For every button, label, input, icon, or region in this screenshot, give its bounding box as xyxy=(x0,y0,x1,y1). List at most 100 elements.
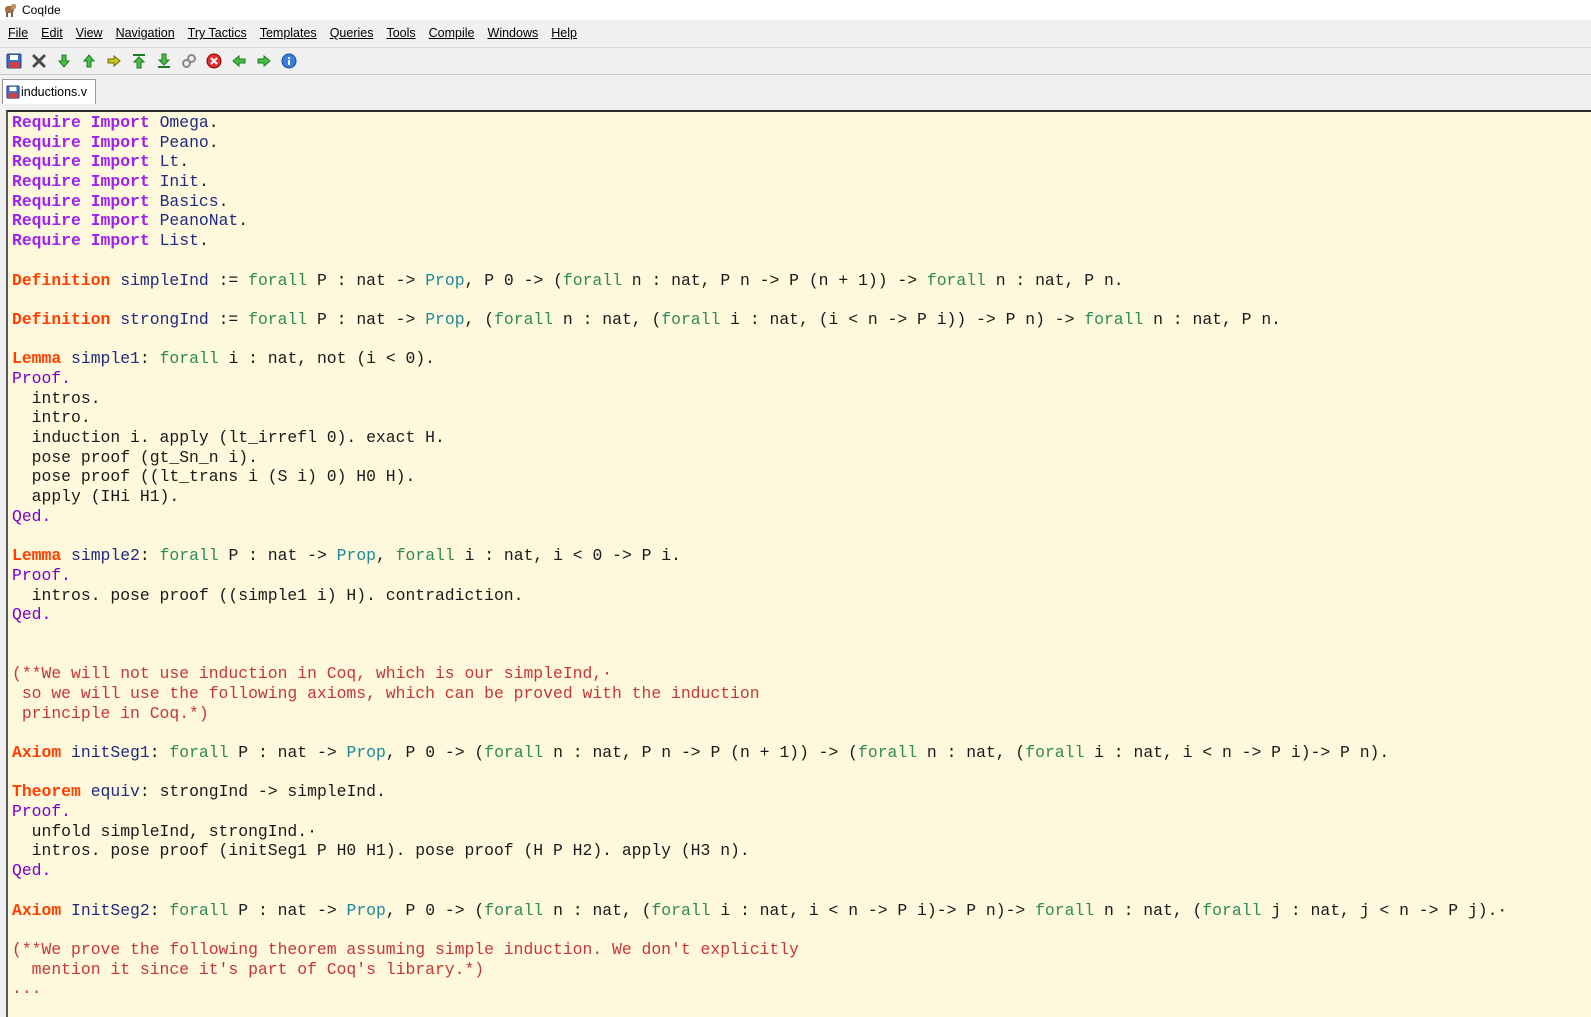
code-line: intros. xyxy=(12,389,1591,409)
code-token: . xyxy=(198,231,209,251)
code-token: simple1 xyxy=(71,349,140,369)
menu-navigation[interactable]: Navigation xyxy=(111,26,180,40)
forward-one-button[interactable] xyxy=(53,50,75,72)
code-token: Prop xyxy=(336,546,377,566)
tab-bar: inductions.v xyxy=(0,76,1591,104)
code-token: Import xyxy=(90,132,150,152)
menu-templates[interactable]: Templates xyxy=(255,26,322,40)
code-line: Definition simpleInd := forall P : nat -… xyxy=(12,271,1591,291)
code-line: ​ xyxy=(12,645,1591,665)
code-token: Require xyxy=(12,211,81,231)
code-view[interactable]: Require Import Omega. Require Import Pean… xyxy=(8,112,1591,999)
code-token: . xyxy=(208,113,219,132)
coqide-rooster-icon xyxy=(4,3,18,17)
code-line: Require Import Lt. xyxy=(12,152,1591,172)
code-line: Require Import Peano. xyxy=(12,133,1591,153)
code-token: apply (IHi H1). xyxy=(12,487,180,507)
go-to-end-button[interactable] xyxy=(153,50,175,72)
code-token: P : nat -> xyxy=(218,546,337,566)
code-token: pose proof (gt_Sn_n i). xyxy=(12,447,258,467)
code-token: Prop xyxy=(346,743,386,762)
link-icon xyxy=(182,54,196,68)
backward-one-icon xyxy=(82,54,96,68)
code-line: intro. xyxy=(12,408,1591,428)
code-line: ​ xyxy=(12,290,1591,310)
code-token: n : nat, P n. xyxy=(1143,309,1282,329)
code-token: P : nat -> xyxy=(228,900,347,920)
close-button[interactable] xyxy=(28,50,50,72)
title-bar: CoqIde xyxy=(0,0,1591,20)
code-token: Lemma xyxy=(12,546,62,566)
code-token: forall xyxy=(484,900,544,920)
code-line: Require Import List. xyxy=(12,231,1591,251)
go-to-cursor-button[interactable] xyxy=(103,50,125,72)
go-to-start-button[interactable] xyxy=(128,50,150,72)
code-token: Proof. xyxy=(12,802,72,822)
code-token: forall xyxy=(1025,743,1085,762)
backward-one-button[interactable] xyxy=(78,50,100,72)
code-token: Axiom xyxy=(12,900,62,920)
code-token: Definition xyxy=(12,270,111,290)
code-token: forall xyxy=(1035,900,1095,920)
code-line: ​ xyxy=(12,723,1591,743)
code-token: Lt xyxy=(159,152,180,172)
code-token: forall xyxy=(651,900,711,920)
code-token: simpleInd xyxy=(120,270,209,290)
code-token: . xyxy=(238,211,249,231)
code-line: pose proof ((lt_trans i (S i) 0) H0 H). xyxy=(12,467,1591,487)
code-line: ... xyxy=(12,979,1591,999)
interrupt-button[interactable] xyxy=(203,50,225,72)
code-token: Prop xyxy=(346,900,386,920)
code-token: principle in Coq.*) xyxy=(12,703,209,723)
code-token: List xyxy=(159,231,199,251)
menu-try-tactics[interactable]: Try Tactics xyxy=(183,26,252,40)
script-editor[interactable]: Require Import Omega. Require Import Pean… xyxy=(6,110,1591,1017)
code-token: forall xyxy=(1202,900,1262,920)
code-token: Require xyxy=(12,172,81,192)
code-token: i : nat, i < 0 -> P i. xyxy=(454,546,681,566)
code-line: unfold simpleInd, strongInd.· xyxy=(12,822,1591,842)
menu-bar: File Edit View Navigation Try Tactics Templat… xyxy=(0,22,1591,44)
code-token: Theorem xyxy=(12,782,81,802)
code-token: n : nat, P n. xyxy=(985,270,1124,290)
save-button[interactable] xyxy=(3,50,25,72)
code-line: Proof. xyxy=(12,566,1591,586)
tab-inductions-v[interactable]: inductions.v xyxy=(2,79,96,104)
about-button[interactable] xyxy=(278,50,300,72)
next-occurrence-button[interactable] xyxy=(253,50,275,72)
code-token: j : nat, j < n -> P j).· xyxy=(1261,900,1508,920)
previous-occurrence-button[interactable] xyxy=(228,50,250,72)
code-token: Init xyxy=(159,172,199,192)
code-token: := xyxy=(208,309,249,329)
code-token: forall xyxy=(1084,309,1144,329)
code-token: forall xyxy=(169,743,229,762)
menu-tools[interactable]: Tools xyxy=(381,26,420,40)
menu-compile[interactable]: Compile xyxy=(424,26,480,40)
code-token: forall xyxy=(858,743,918,762)
code-token: forall xyxy=(248,309,308,329)
menu-file[interactable]: File xyxy=(3,26,33,40)
code-token: mention it since it's part of Coq's libr… xyxy=(12,959,485,979)
menu-queries[interactable]: Queries xyxy=(325,26,379,40)
code-token: forall xyxy=(159,349,219,369)
code-token: Peano xyxy=(159,132,209,152)
code-line: Qed. xyxy=(12,507,1591,527)
link-button[interactable] xyxy=(178,50,200,72)
menu-windows[interactable]: Windows xyxy=(483,26,544,40)
code-token: Prop xyxy=(425,309,465,329)
menu-edit[interactable]: Edit xyxy=(36,26,68,40)
menu-view[interactable]: View xyxy=(71,26,108,40)
code-token: forall xyxy=(562,270,622,290)
code-line: intros. pose proof ((simple1 i) H). cont… xyxy=(12,586,1591,606)
code-token: Import xyxy=(90,172,150,192)
code-token: so we will use the following axioms, whi… xyxy=(12,683,760,703)
code-token: P : nat -> xyxy=(307,270,426,290)
tab-label: inductions.v xyxy=(21,85,88,99)
code-token: InitSeg2 xyxy=(71,900,150,920)
code-token: forall xyxy=(159,546,219,566)
menu-help[interactable]: Help xyxy=(546,26,582,40)
code-line: Axiom InitSeg2: forall P : nat -> Prop, … xyxy=(12,901,1591,921)
code-token: forall xyxy=(494,309,554,329)
code-token: forall xyxy=(484,743,544,762)
